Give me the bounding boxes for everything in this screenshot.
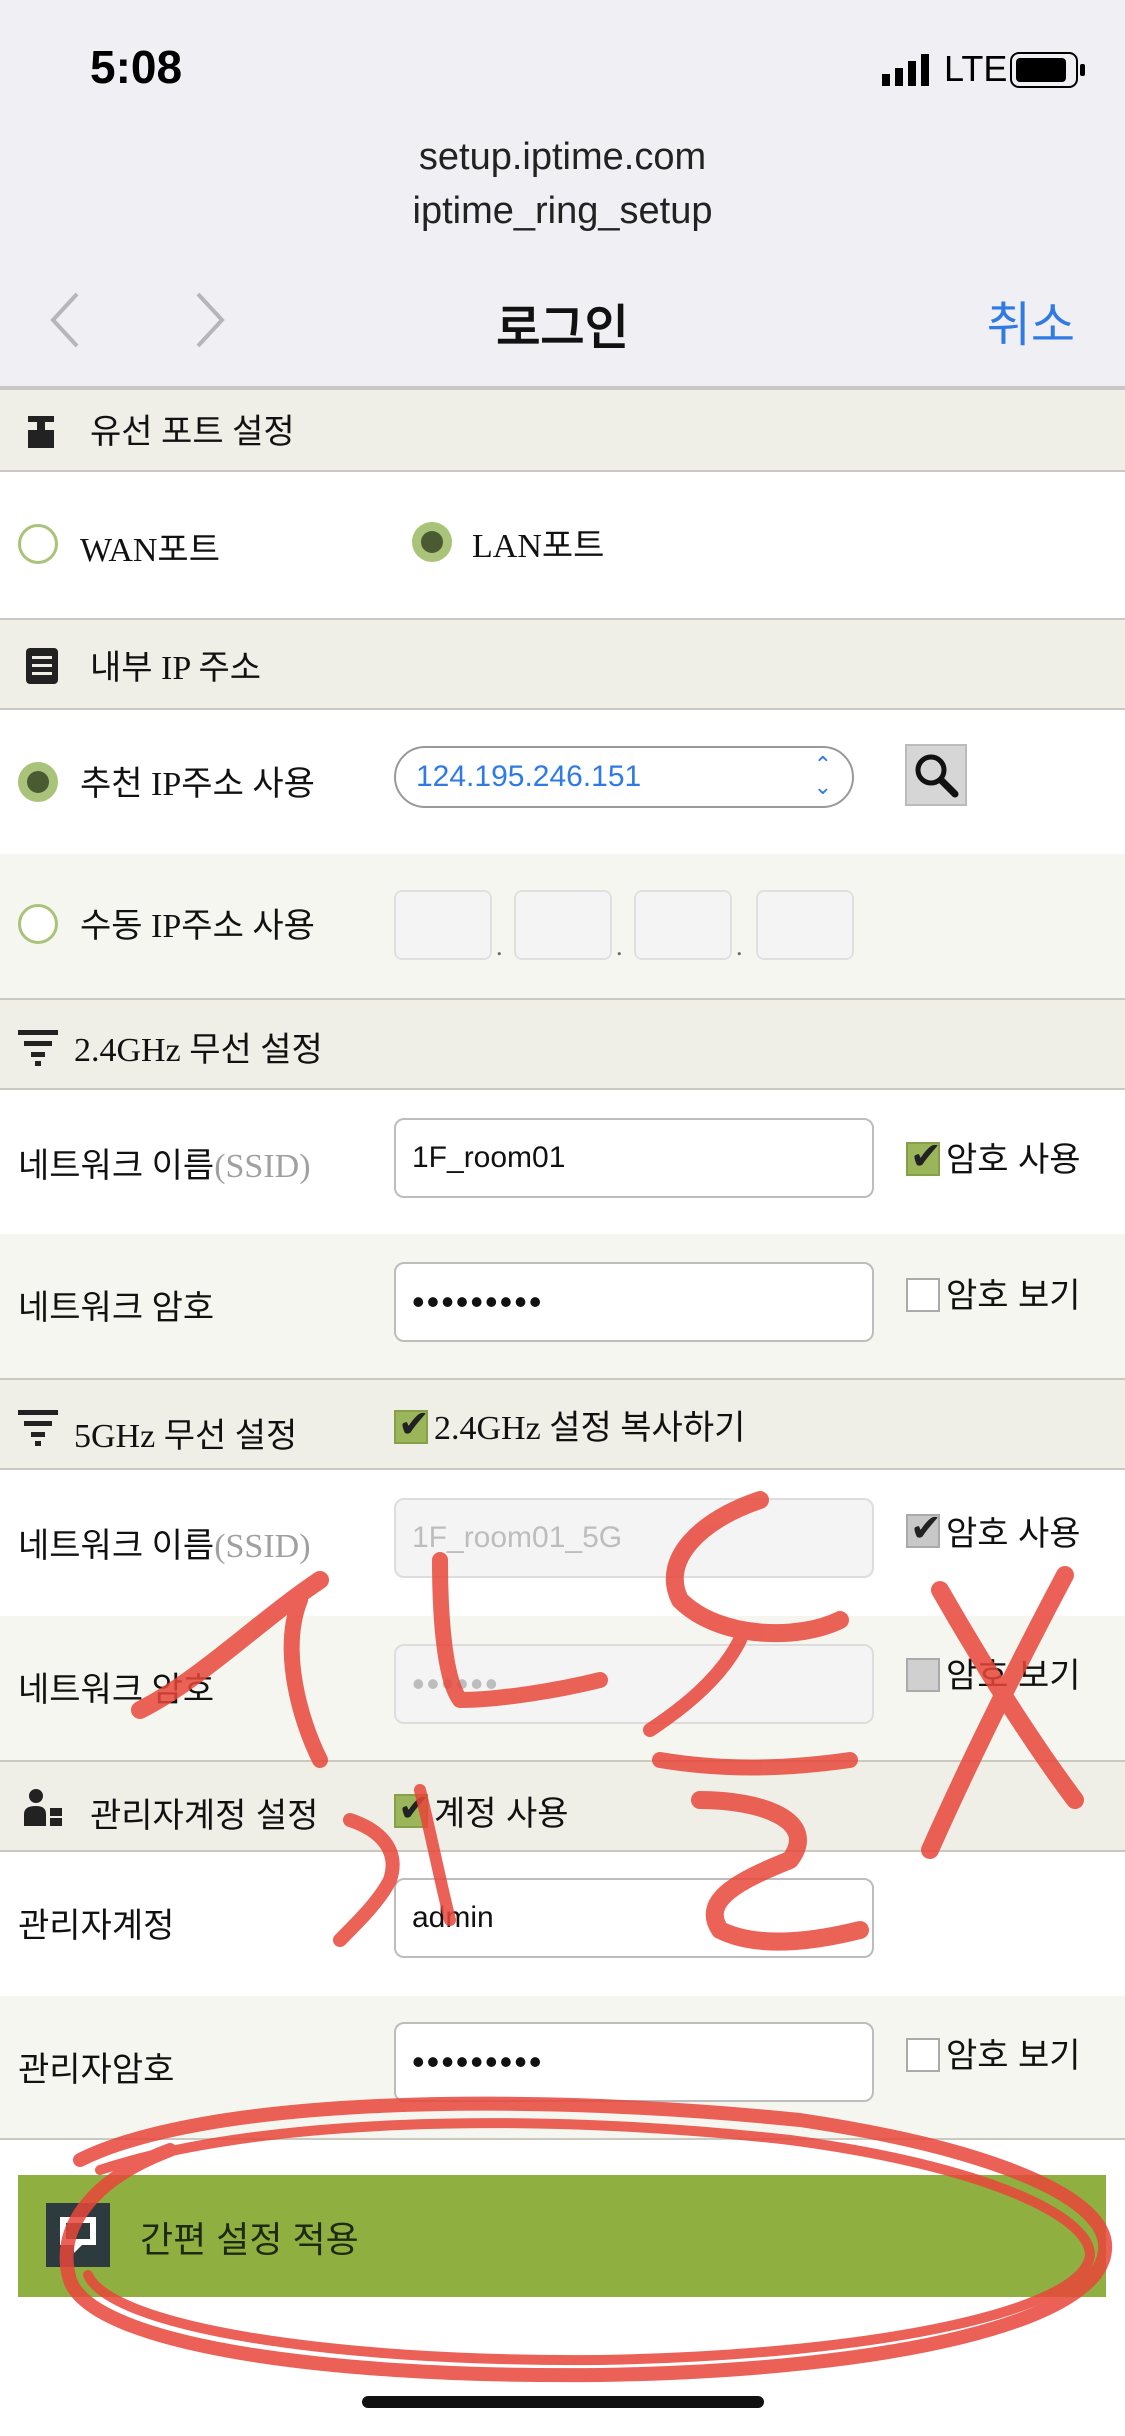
wifi5-password-row: 네트워크 암호 •••••• 암호 보기: [0, 1616, 1125, 1760]
wifi24-password-input[interactable]: •••••••••: [394, 1262, 874, 1342]
admin-use-account-label: 계정 사용: [434, 1795, 569, 1833]
wan-port-label: WAN포트: [80, 532, 220, 569]
wifi5-section-header: 5GHz 무선 설정 2.4GHz 설정 복사하기: [0, 1378, 1125, 1470]
ip-dot: .: [616, 932, 623, 961]
wan-port-radio[interactable]: [18, 524, 58, 564]
wifi5-use-password-checkbox[interactable]: [906, 1506, 942, 1550]
manual-ip-label: 수동 IP주소 사용: [80, 908, 315, 945]
ip-dot: .: [496, 932, 503, 961]
page-title: 로그인: [496, 302, 629, 355]
wifi5-ssid-label: 네트워크 이름(SSID): [18, 1528, 311, 1565]
internal-ip-header-text: 내부 IP 주소: [90, 650, 262, 687]
admin-password-input[interactable]: •••••••••: [394, 2022, 874, 2102]
admin-account-label: 관리자계정: [18, 1907, 175, 1945]
wifi24-header-text: 2.4GHz 무선 설정: [74, 1032, 323, 1069]
wifi24-ssid-row: 네트워크 이름(SSID) 1F_room01 암호 사용: [0, 1090, 1125, 1234]
recommended-ip-radio[interactable]: [18, 762, 58, 802]
browser-nav-bar: setup.iptime.com iptime_ring_setup 로그인 취…: [0, 130, 1125, 388]
apply-icon: [46, 2203, 110, 2267]
admin-section-header: 관리자계정 설정 계정 사용: [0, 1760, 1125, 1852]
wifi5-ssid-input[interactable]: 1F_room01_5G: [394, 1498, 874, 1578]
admin-account-input[interactable]: admin: [394, 1878, 874, 1958]
wired-port-header-text: 유선 포트 설정: [90, 414, 295, 451]
manual-ip-radio[interactable]: [18, 904, 58, 944]
recommended-ip-row: 추천 IP주소 사용 124.195.246.151 ⌃ ⌄: [0, 710, 1125, 854]
wifi5-show-password-checkbox[interactable]: [906, 1658, 940, 1692]
wifi24-ssid-input[interactable]: 1F_room01: [394, 1118, 874, 1198]
wifi5-header-text: 5GHz 무선 설정: [74, 1418, 298, 1455]
wifi5-ssid-row: 네트워크 이름(SSID) 1F_room01_5G 암호 사용: [0, 1470, 1125, 1616]
wifi5-copy-checkbox[interactable]: [394, 1402, 430, 1446]
lan-port-radio[interactable]: [412, 522, 452, 562]
wifi5-password-input[interactable]: ••••••: [394, 1644, 874, 1724]
wifi5-show-password-label: 암호 보기: [946, 1657, 1081, 1695]
wifi24-show-password-checkbox[interactable]: [906, 1278, 940, 1312]
manual-ip-octet-3[interactable]: [634, 890, 732, 960]
select-updown-icon: ⌃ ⌄: [813, 752, 832, 799]
home-indicator: [362, 2396, 764, 2408]
lan-port-label: LAN포트: [472, 528, 605, 565]
apply-button-label: 간편 설정 적용: [140, 2219, 359, 2260]
wired-port-section-header: 유선 포트 설정: [0, 388, 1125, 472]
url-line-1[interactable]: setup.iptime.com: [0, 136, 1125, 179]
url-line-2[interactable]: iptime_ring_setup: [0, 190, 1125, 233]
manual-ip-octet-1[interactable]: [394, 890, 492, 960]
wifi5-copy-label: 2.4GHz 설정 복사하기: [434, 1410, 746, 1447]
internal-ip-section-header: 내부 IP 주소: [0, 618, 1125, 710]
manual-ip-row: 수동 IP주소 사용 . . .: [0, 854, 1125, 998]
status-bar: 5:08 LTE: [0, 0, 1125, 130]
carrier-label: LTE: [944, 48, 1008, 89]
wifi24-show-password-label: 암호 보기: [946, 1277, 1081, 1315]
recommended-ip-value: 124.195.246.151: [416, 760, 642, 793]
admin-header-text: 관리자계정 설정: [90, 1797, 319, 1835]
admin-show-password-label: 암호 보기: [946, 2037, 1081, 2075]
wifi5-use-password-label: 암호 사용: [946, 1515, 1081, 1553]
battery-icon: [1010, 52, 1085, 88]
wifi-icon: [18, 1410, 58, 1446]
cancel-button[interactable]: 취소: [987, 285, 1075, 355]
wifi24-ssid-label: 네트워크 이름(SSID): [18, 1148, 311, 1185]
signal-icon: [882, 54, 929, 86]
admin-user-icon: [24, 1789, 62, 1826]
wifi24-password-row: 네트워크 암호 ••••••••• 암호 보기: [0, 1234, 1125, 1378]
admin-password-row: 관리자암호 ••••••••• 암호 보기: [0, 1996, 1125, 2140]
wifi24-section-header: 2.4GHz 무선 설정: [0, 998, 1125, 1090]
status-time: 5:08: [90, 41, 183, 93]
apply-setup-button[interactable]: 간편 설정 적용: [18, 2175, 1106, 2297]
ip-dot: .: [736, 932, 743, 961]
wifi24-use-password-label: 암호 사용: [946, 1141, 1081, 1179]
wifi-icon: [18, 1030, 58, 1066]
document-icon: [26, 648, 58, 684]
admin-password-label: 관리자암호: [18, 2051, 175, 2089]
wifi5-password-label: 네트워크 암호: [18, 1672, 215, 1709]
admin-use-account-checkbox[interactable]: [394, 1786, 430, 1830]
manual-ip-octet-2[interactable]: [514, 890, 612, 960]
wired-port-row: WAN포트 LAN포트: [0, 472, 1125, 620]
recommended-ip-label: 추천 IP주소 사용: [80, 766, 315, 803]
search-icon: [915, 754, 959, 798]
port-icon: [28, 416, 54, 448]
admin-show-password-checkbox[interactable]: [906, 2038, 940, 2072]
search-button[interactable]: [905, 744, 967, 806]
manual-ip-octet-4[interactable]: [756, 890, 854, 960]
wifi24-use-password-checkbox[interactable]: [906, 1134, 942, 1178]
recommended-ip-select[interactable]: 124.195.246.151 ⌃ ⌄: [394, 746, 854, 808]
admin-account-row: 관리자계정 admin: [0, 1852, 1125, 1996]
wifi24-password-label: 네트워크 암호: [18, 1290, 215, 1327]
